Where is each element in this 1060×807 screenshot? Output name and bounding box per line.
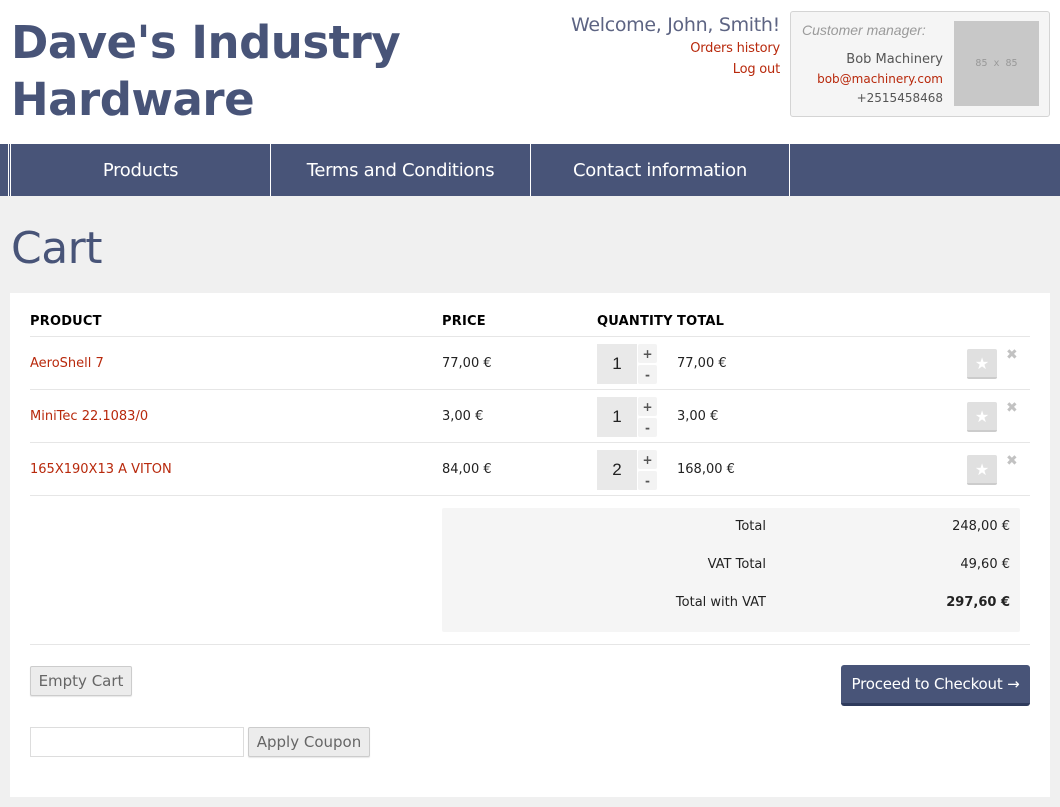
product-price: 84,00 € [442, 462, 492, 477]
row-total: 168,00 € [677, 462, 735, 477]
cart-panel: PRODUCT PRICE QUANTITY TOTAL AeroShell 7… [10, 293, 1050, 797]
total-label: Total [735, 519, 766, 534]
total-with-vat-value: 297,60 € [946, 595, 1010, 610]
divider [30, 495, 1030, 496]
quantity-increment-button[interactable]: + [638, 344, 657, 363]
divider [30, 644, 1030, 645]
close-icon: ✖ [1006, 400, 1018, 416]
quantity-increment-button[interactable]: + [638, 397, 657, 416]
vat-total-label: VAT Total [707, 557, 766, 572]
column-header-quantity: QUANTITY [597, 314, 673, 329]
close-icon: ✖ [1006, 453, 1018, 469]
manager-info: Bob Machinery bob@machinery.com +2515458… [817, 50, 943, 108]
star-icon: ★ [974, 459, 990, 479]
total-with-vat-label: Total with VAT [675, 595, 766, 610]
column-header-total: TOTAL [677, 314, 725, 329]
quantity-decrement-button[interactable]: - [638, 471, 657, 490]
nav-item-products[interactable]: Products [10, 144, 270, 196]
main-nav: Products Terms and Conditions Contact in… [0, 144, 1060, 196]
star-icon: ★ [974, 406, 990, 426]
cart-totals: Total 248,00 € VAT Total 49,60 € Total w… [442, 508, 1020, 632]
page-title: Cart [11, 223, 103, 274]
remove-item-button[interactable]: ✖ [1006, 400, 1018, 416]
proceed-to-checkout-button[interactable]: Proceed to Checkout → [841, 665, 1030, 706]
product-link[interactable]: AeroShell 7 [30, 356, 104, 371]
orders-history-link[interactable]: Orders history [571, 38, 780, 59]
row-total: 3,00 € [677, 409, 719, 424]
quantity-increment-button[interactable]: + [638, 450, 657, 469]
apply-coupon-button[interactable]: Apply Coupon [248, 727, 370, 757]
site-title[interactable]: Dave's Industry Hardware [11, 14, 401, 128]
column-header-price: PRICE [442, 314, 486, 329]
product-link[interactable]: 165X190X13 A VITON [30, 462, 172, 477]
vat-total-value: 49,60 € [960, 557, 1010, 572]
product-price: 77,00 € [442, 356, 492, 371]
empty-cart-button[interactable]: Empty Cart [30, 666, 132, 696]
welcome-message: Welcome, John, Smith! [570, 14, 780, 36]
nav-item-contact[interactable]: Contact information [530, 144, 790, 196]
header: Dave's Industry Hardware Welcome, John, … [0, 0, 1060, 144]
manager-label: Customer manager: [802, 22, 926, 38]
cart-row: AeroShell 7 77,00 € 1 + - 77,00 € ★ ✖ [30, 337, 1030, 390]
total-value: 248,00 € [952, 519, 1010, 534]
quantity-value[interactable]: 1 [597, 397, 637, 437]
nav-item-terms[interactable]: Terms and Conditions [270, 144, 530, 196]
manager-phone: +2515458468 [856, 91, 943, 105]
user-box: Welcome, John, Smith! Orders history Log… [571, 12, 780, 80]
cart-row: MiniTec 22.1083/0 3,00 € 1 + - 3,00 € ★ … [30, 390, 1030, 443]
manager-photo-placeholder: 85 x 85 [954, 21, 1039, 106]
favorite-button[interactable]: ★ [967, 455, 997, 485]
quantity-decrement-button[interactable]: - [638, 365, 657, 384]
row-total: 77,00 € [677, 356, 727, 371]
close-icon: ✖ [1006, 347, 1018, 363]
product-price: 3,00 € [442, 409, 484, 424]
log-out-link[interactable]: Log out [571, 59, 780, 80]
remove-item-button[interactable]: ✖ [1006, 347, 1018, 363]
product-link[interactable]: MiniTec 22.1083/0 [30, 409, 148, 424]
quantity-value[interactable]: 2 [597, 450, 637, 490]
favorite-button[interactable]: ★ [967, 402, 997, 432]
remove-item-button[interactable]: ✖ [1006, 453, 1018, 469]
favorite-button[interactable]: ★ [967, 349, 997, 379]
site-title-line2: Hardware [11, 73, 255, 126]
quantity-decrement-button[interactable]: - [638, 418, 657, 437]
column-header-product: PRODUCT [30, 314, 102, 329]
cart-row: 165X190X13 A VITON 84,00 € 2 + - 168,00 … [30, 443, 1030, 496]
quantity-value[interactable]: 1 [597, 344, 637, 384]
site-title-line1: Dave's Industry [11, 16, 401, 69]
customer-manager-card: Customer manager: Bob Machinery bob@mach… [790, 11, 1050, 117]
manager-email-link[interactable]: bob@machinery.com [817, 70, 943, 89]
coupon-input[interactable] [30, 727, 244, 757]
manager-name: Bob Machinery [846, 52, 943, 67]
star-icon: ★ [974, 353, 990, 373]
